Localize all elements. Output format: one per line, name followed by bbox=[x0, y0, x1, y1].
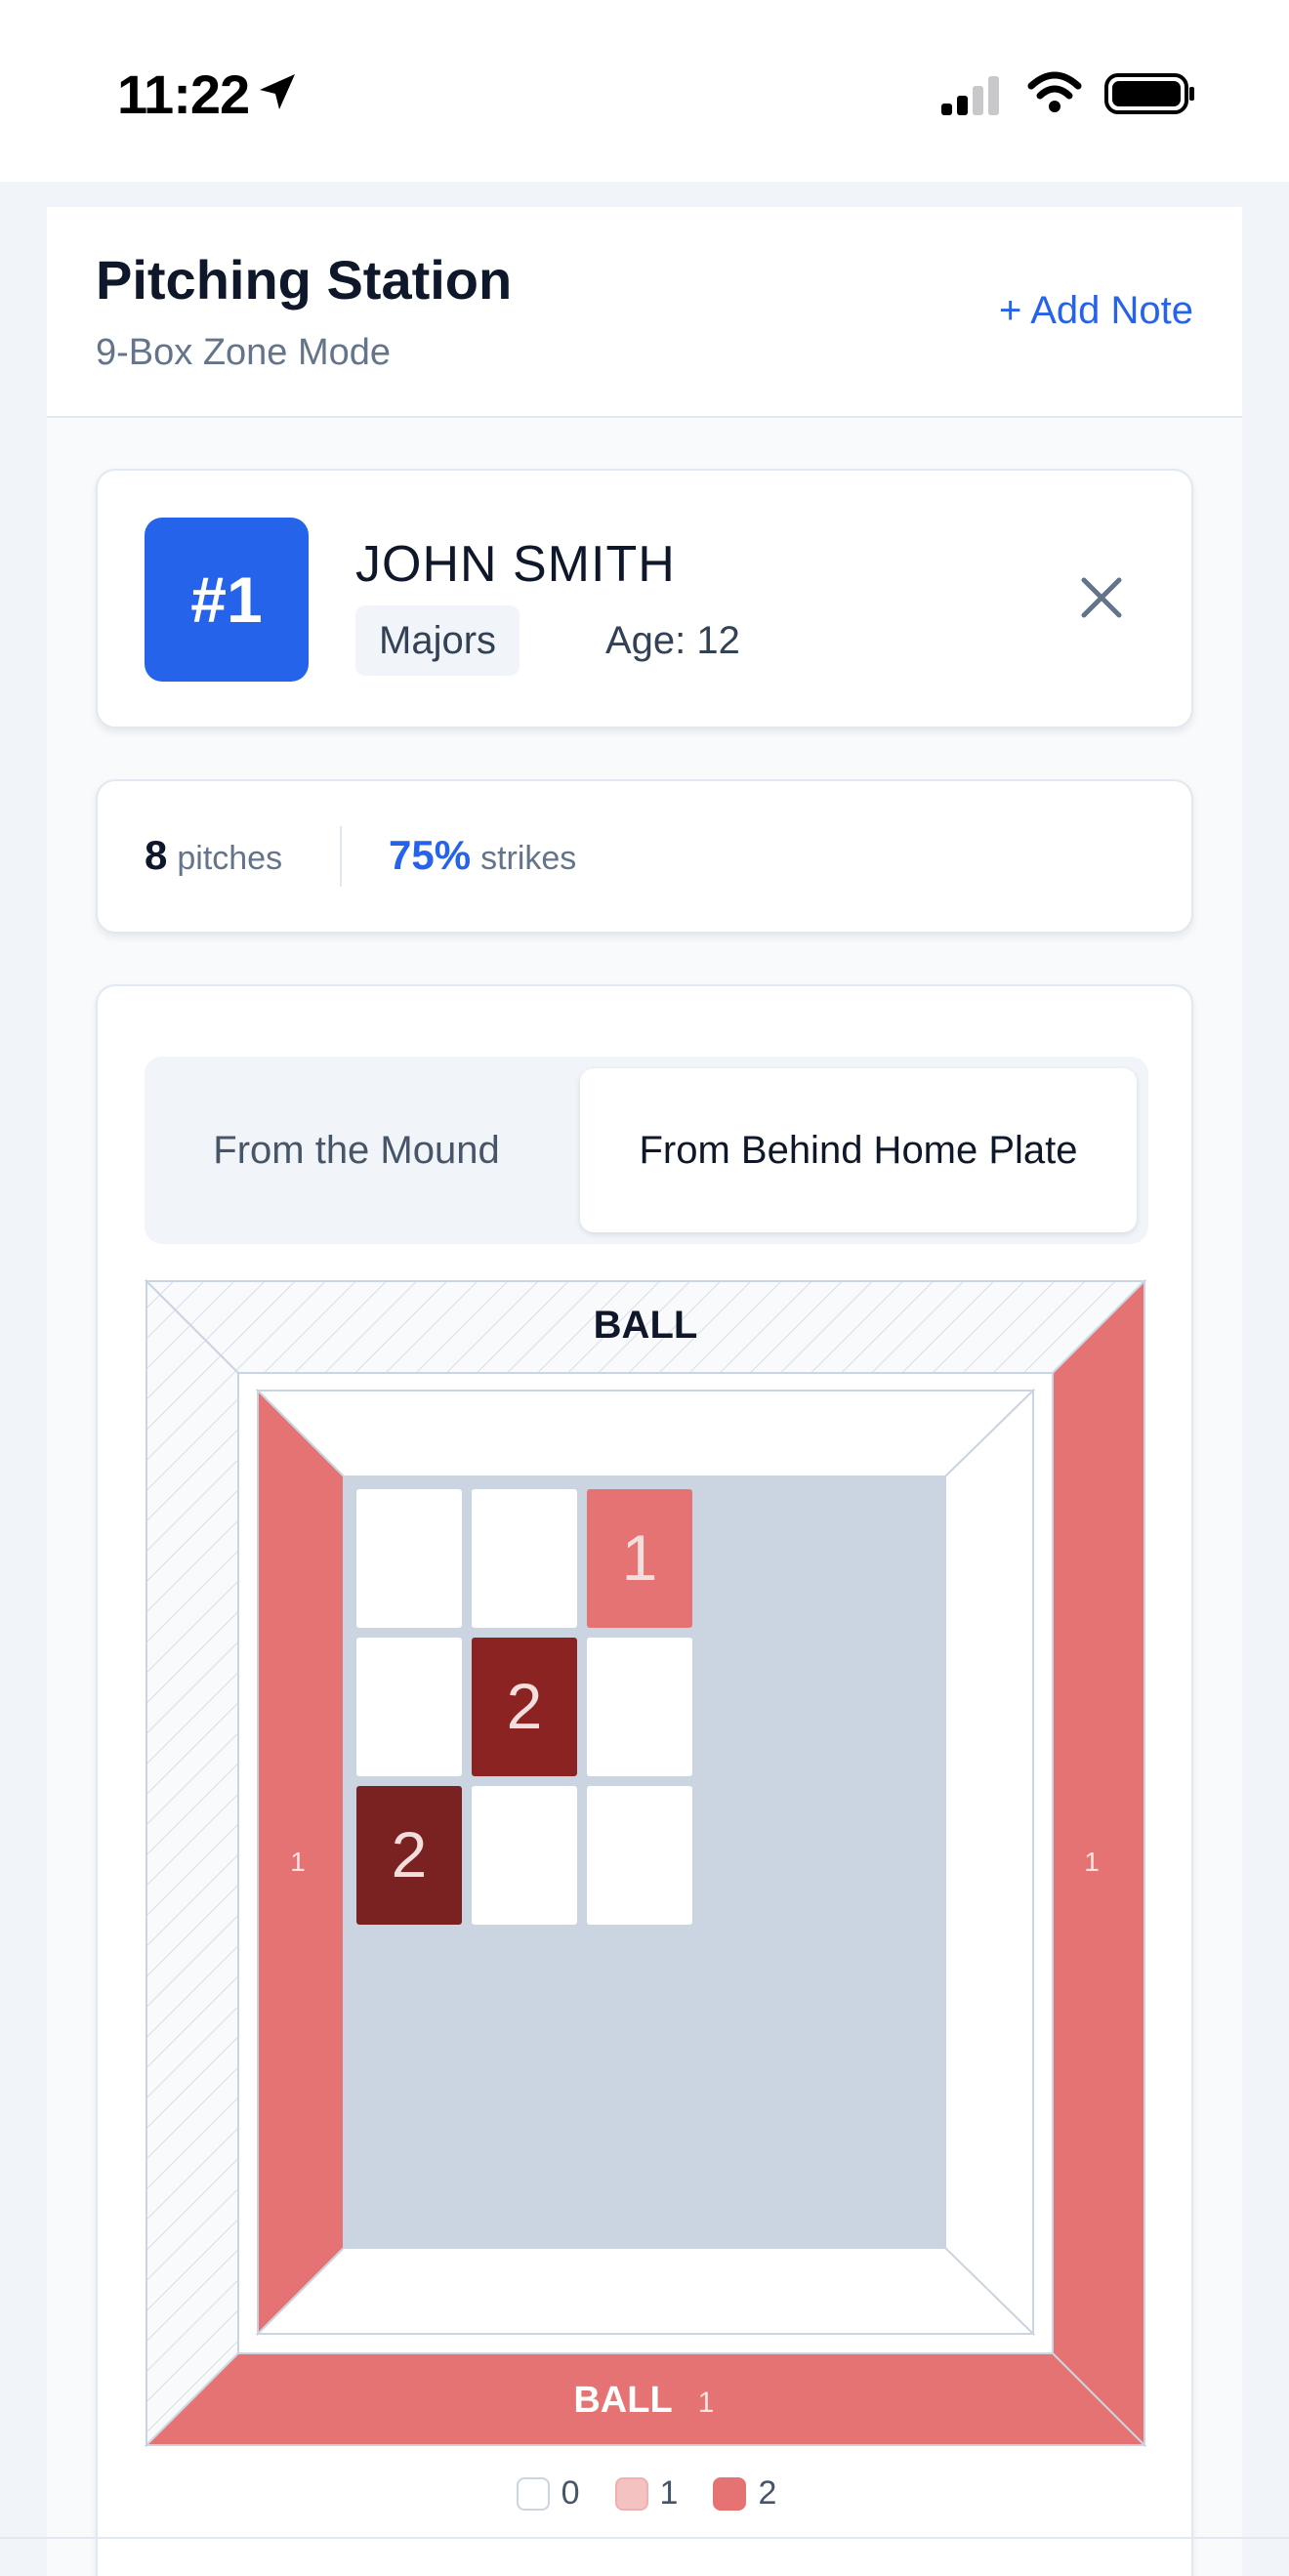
stats-card: 8 pitches 75% strikes bbox=[96, 779, 1193, 934]
zone-cell-r3-c3[interactable] bbox=[585, 1784, 694, 1927]
edge-zone-top[interactable] bbox=[255, 1390, 1036, 1477]
status-time: 11:22 bbox=[117, 63, 250, 125]
ball-bottom-label: BALL bbox=[573, 2380, 672, 2421]
level-badge: Majors bbox=[355, 605, 520, 676]
strike-zone-diagram: 1 2 2 BALL BALL 1 1 1 bbox=[145, 1279, 1146, 2447]
pitch-count-label: pitches bbox=[177, 840, 283, 877]
legend-swatch-0 bbox=[516, 2476, 550, 2511]
view-from-mound-option[interactable]: From the Mound bbox=[145, 1068, 568, 1232]
zone-cell-count: 2 bbox=[392, 1818, 428, 1890]
edge-zone-bottom[interactable] bbox=[255, 2247, 1036, 2335]
zone-cell-r1-c1[interactable] bbox=[354, 1487, 464, 1630]
jersey-number-badge: #1 bbox=[145, 518, 309, 682]
ball-bottom-count: 1 bbox=[698, 2387, 715, 2419]
edge-left-count: 1 bbox=[290, 1847, 306, 1877]
legend-item-1: 1 bbox=[614, 2474, 679, 2513]
pitch-count-value: 8 bbox=[145, 832, 168, 878]
player-name: JOHN SMITH bbox=[355, 536, 676, 593]
pitch-count-stat: 8 pitches bbox=[145, 832, 282, 879]
zone-cell-r2-c3[interactable] bbox=[585, 1636, 694, 1778]
strike-zone-card: From the Mound From Behind Home Plate 1 … bbox=[96, 984, 1193, 2576]
strike-percentage-value: 75% bbox=[389, 832, 472, 878]
strike-percentage-stat: 75% strikes bbox=[389, 832, 576, 879]
heat-legend: 0 1 2 bbox=[98, 2474, 1195, 2513]
zone-cell-count: 1 bbox=[622, 1521, 658, 1594]
legend-label: 0 bbox=[561, 2474, 580, 2512]
legend-item-2: 2 bbox=[713, 2474, 776, 2513]
ball-right-count: 1 bbox=[1084, 1847, 1100, 1877]
strike-percentage-label: strikes bbox=[480, 840, 577, 877]
stats-divider bbox=[340, 826, 342, 887]
wifi-icon bbox=[1027, 71, 1082, 112]
legend-item-0: 0 bbox=[516, 2474, 580, 2513]
page-header: Pitching Station 9-Box Zone Mode + Add N… bbox=[47, 207, 1242, 418]
add-note-button[interactable]: + Add Note bbox=[999, 289, 1193, 333]
view-from-home-plate-option[interactable]: From Behind Home Plate bbox=[580, 1068, 1137, 1232]
legend-swatch-2 bbox=[713, 2476, 747, 2511]
legend-swatch-1 bbox=[614, 2476, 648, 2511]
zone-cell-count: 2 bbox=[507, 1670, 543, 1742]
zone-cell-r3-c2[interactable] bbox=[470, 1784, 579, 1927]
player-age: Age: 12 bbox=[605, 619, 740, 662]
battery-icon bbox=[1104, 73, 1194, 114]
strike-grid: 1 2 2 bbox=[354, 1487, 694, 1927]
close-icon[interactable] bbox=[1072, 568, 1131, 627]
pitching-station-page: Pitching Station 9-Box Zone Mode + Add N… bbox=[47, 207, 1242, 2576]
legend-label: 1 bbox=[659, 2474, 679, 2512]
cellular-signal-icon bbox=[941, 76, 999, 115]
location-arrow-icon bbox=[260, 74, 295, 109]
view-toggle: From the Mound From Behind Home Plate bbox=[145, 1057, 1148, 1244]
zone-cell-r2-c1[interactable] bbox=[354, 1636, 464, 1778]
page-subtitle: 9-Box Zone Mode bbox=[96, 332, 392, 373]
legend-label: 2 bbox=[758, 2474, 777, 2512]
zone-cell-r1-c2[interactable] bbox=[470, 1487, 579, 1630]
home-indicator-divider bbox=[0, 2537, 1289, 2539]
ball-zone-left[interactable] bbox=[146, 1279, 239, 2447]
ball-top-label: BALL bbox=[594, 1304, 698, 1347]
player-card: #1 JOHN SMITH Majors Age: 12 bbox=[96, 469, 1193, 728]
status-bar: 11:22 bbox=[0, 0, 1289, 182]
page-title: Pitching Station bbox=[96, 249, 513, 311]
edge-zone-right[interactable] bbox=[944, 1388, 1034, 2337]
